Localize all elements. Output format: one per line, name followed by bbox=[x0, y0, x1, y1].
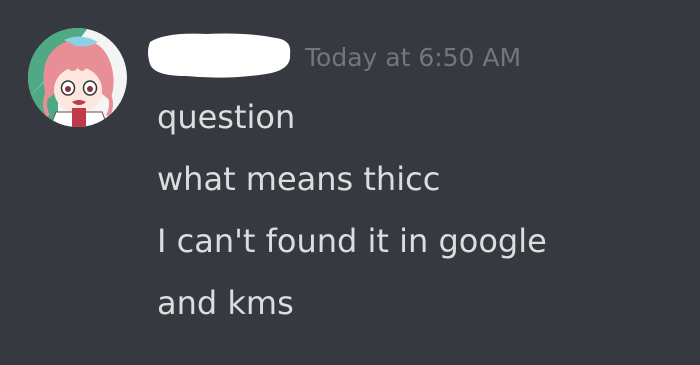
message-line: question bbox=[157, 98, 296, 136]
message-content: question what means thicc I can't found … bbox=[157, 86, 547, 334]
redacted-username bbox=[146, 30, 292, 80]
message-line: what means thicc bbox=[157, 160, 441, 198]
message-line: I can't found it in google bbox=[157, 222, 547, 260]
message-line: and kms bbox=[157, 284, 294, 322]
message-timestamp: Today at 6:50 AM bbox=[305, 43, 522, 72]
chat-message: Today at 6:50 AM question what means thi… bbox=[0, 0, 700, 365]
anime-girl-avatar-icon bbox=[28, 28, 127, 127]
user-avatar[interactable] bbox=[28, 28, 127, 127]
